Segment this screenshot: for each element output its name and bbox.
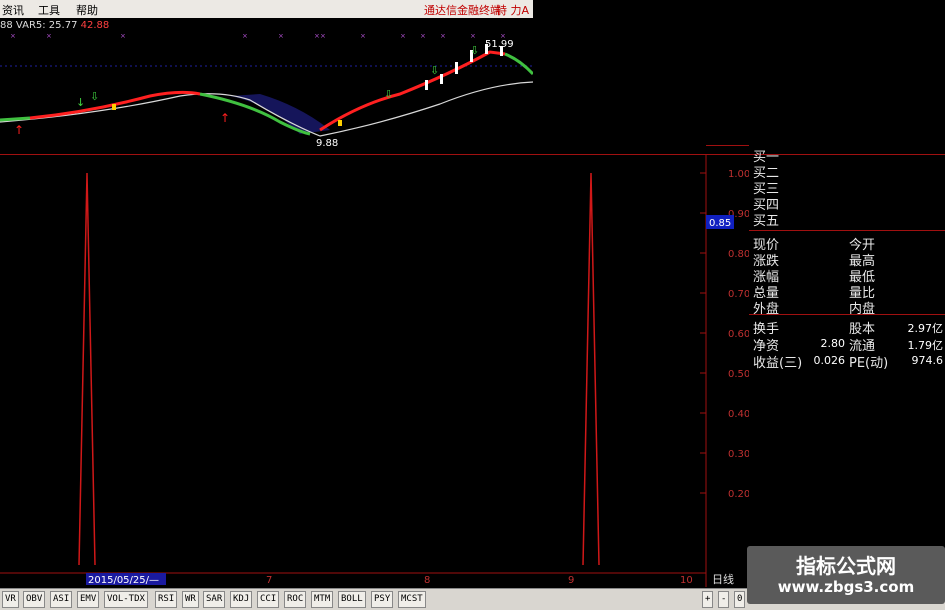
x-tick-10: 10 xyxy=(680,575,693,586)
svg-text:×: × xyxy=(400,34,406,40)
low-price-label: 9.88 xyxy=(316,138,338,149)
volume-spike-2 xyxy=(582,172,600,566)
svg-text:×: × xyxy=(46,34,52,40)
menu-tools[interactable]: 工具 xyxy=(38,2,60,18)
y-tick-label: 0.50 xyxy=(728,369,749,380)
svg-text:×: × xyxy=(440,34,446,40)
svg-text:×: × xyxy=(360,34,366,40)
tab-emv[interactable]: EMV xyxy=(77,591,100,608)
tab-psy[interactable]: PSY xyxy=(371,591,394,608)
svg-text:⇩: ⇩ xyxy=(430,64,439,77)
indicator-value: 42.88 xyxy=(80,20,110,31)
y-tick-label: 0.20 xyxy=(728,489,749,500)
candles xyxy=(112,44,503,126)
axis-divider-top xyxy=(706,145,749,146)
green-segment-right xyxy=(504,52,533,76)
stock-name: 特 力A xyxy=(495,4,529,17)
scroll-button-2[interactable]: - xyxy=(718,591,730,608)
svg-text:×: × xyxy=(120,34,126,40)
signal-markers: × × × × × × × × × × × × × xyxy=(10,34,506,40)
terminal-brand: 通达信金融终端 xyxy=(424,4,501,17)
menu-news[interactable]: 资讯 xyxy=(2,2,24,18)
y-tick-label: 0.70 xyxy=(728,289,749,300)
tab-boll[interactable]: BOLL xyxy=(338,591,366,608)
site-watermark: 指标公式网 www.zbgs3.com xyxy=(747,546,945,604)
svg-text:×: × xyxy=(420,34,426,40)
svg-text:⇩: ⇩ xyxy=(470,44,479,57)
svg-text:×: × xyxy=(314,34,320,40)
menu-bar: 资讯 工具 帮助 通达信金融终端 特 力A xyxy=(0,0,533,18)
svg-text:↑: ↑ xyxy=(14,123,24,137)
hatched-region xyxy=(230,94,330,134)
svg-text:×: × xyxy=(320,34,326,40)
tab-mtm[interactable]: MTM xyxy=(311,591,334,608)
watermark-title: 指标公式网 xyxy=(796,554,896,578)
menu-help[interactable]: 帮助 xyxy=(76,2,98,18)
finance-left-value-2: 2.80 xyxy=(820,337,846,350)
tab-vr[interactable]: VR xyxy=(2,591,19,608)
finance-left-3: 收益(三) xyxy=(753,356,803,371)
svg-text:×: × xyxy=(242,34,248,40)
svg-text:⇩: ⇩ xyxy=(90,90,99,103)
svg-text:×: × xyxy=(470,34,476,40)
y-tick-label: 0.60 xyxy=(728,329,749,340)
tab-wr[interactable]: WR xyxy=(182,591,199,608)
tab-kdj[interactable]: KDJ xyxy=(230,591,253,608)
tab-roc[interactable]: ROC xyxy=(284,591,307,608)
tab-rsi[interactable]: RSI xyxy=(155,591,178,608)
ma-line xyxy=(0,81,533,137)
scroll-button-1[interactable]: + xyxy=(702,591,714,608)
y-tick-label: 0.80 xyxy=(728,249,749,260)
quote-separator xyxy=(749,314,945,315)
period-label[interactable]: 日线 xyxy=(712,572,734,586)
svg-text:×: × xyxy=(10,34,16,40)
finance-right-value-1: 2.97亿 xyxy=(907,322,944,335)
finance-right-value-3: 974.6 xyxy=(911,354,944,367)
quote-panel: 买一 买二 买三 买四 买五 现价 今开 涨跌 最高 涨幅 最低 总量 量比 外盘 内盘 换手 股本 2.97亿净… xyxy=(749,138,945,538)
x-tick-9: 9 xyxy=(568,575,574,586)
y-tick-label: 1.00 xyxy=(728,169,749,180)
indicator-readout: 88 VAR5: 25.77 42.88 xyxy=(0,20,260,34)
svg-text:⇩: ⇩ xyxy=(384,88,393,101)
tab-obv[interactable]: OBV xyxy=(23,591,46,608)
volume-chart[interactable]: 1.000.900.800.700.600.500.400.300.20 0.8… xyxy=(0,155,749,587)
tab-mcst[interactable]: MCST xyxy=(398,591,426,608)
high-price-label: 51.99 xyxy=(485,39,514,50)
tab-cci[interactable]: CCI xyxy=(257,591,280,608)
scroll-button-3[interactable]: 0 xyxy=(734,591,746,608)
finance-right-value-2: 1.79亿 xyxy=(907,339,944,352)
tab-asi[interactable]: ASI xyxy=(50,591,73,608)
tab-sar[interactable]: SAR xyxy=(203,591,226,608)
watermark-url: www.zbgs3.com xyxy=(777,578,915,596)
indicator-var5: 88 VAR5: 25.77 xyxy=(0,20,78,31)
date-cursor-label: 2015/05/25/— xyxy=(88,575,159,586)
finance-right-3: PE(动) xyxy=(849,356,889,371)
volume-spike-1 xyxy=(78,172,96,566)
y-tick-label: 0.30 xyxy=(728,449,749,460)
x-tick-8: 8 xyxy=(424,575,430,586)
finance-left-value-3: 0.026 xyxy=(813,354,846,367)
price-chart[interactable]: × × × × × × × × × × × × × ↑ ↑ ↓ ⇩ ⇩ ⇩ ⇩ 51.99 9.88 xyxy=(0,34,533,154)
buy-level-5: 买五 xyxy=(753,214,780,229)
cursor-value: 0.85 xyxy=(709,218,731,229)
volume-spikes xyxy=(78,172,600,566)
quote-separator xyxy=(749,230,945,231)
svg-text:×: × xyxy=(278,34,284,40)
y-tick-label: 0.40 xyxy=(728,409,749,420)
tab-vol-tdx[interactable]: VOL-TDX xyxy=(104,591,148,608)
svg-text:↑: ↑ xyxy=(220,111,230,125)
x-tick-7: 7 xyxy=(266,575,272,586)
svg-text:↓: ↓ xyxy=(76,96,85,109)
green-segment-left xyxy=(0,116,31,122)
